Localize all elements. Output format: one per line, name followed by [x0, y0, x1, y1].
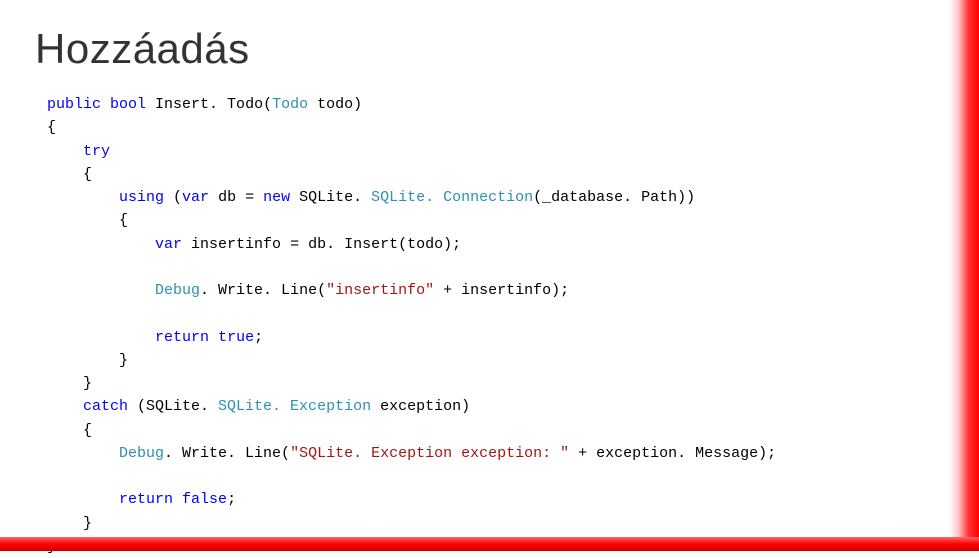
- txt: [47, 329, 155, 346]
- type-todo: Todo: [272, 96, 308, 113]
- txt: ;: [227, 491, 236, 508]
- txt: (_database. Path)): [533, 189, 695, 206]
- txt: [47, 143, 83, 160]
- txt: [47, 398, 83, 415]
- txt: {: [47, 212, 128, 229]
- code-block: public bool Insert. Todo(Todo todo) { tr…: [47, 93, 944, 558]
- txt: + exception. Message);: [569, 445, 776, 462]
- kw-using: using: [119, 189, 164, 206]
- txt: {: [47, 422, 92, 439]
- txt: }: [47, 352, 128, 369]
- str: "SQLite. Exception exception: ": [290, 445, 569, 462]
- txt: }: [47, 515, 92, 532]
- txt: [47, 491, 119, 508]
- txt: {: [47, 119, 56, 136]
- txt: [47, 236, 155, 253]
- txt: db =: [209, 189, 263, 206]
- txt: [173, 491, 182, 508]
- txt: [47, 189, 119, 206]
- kw-var: var: [182, 189, 209, 206]
- txt: insertinfo = db. Insert(todo);: [182, 236, 461, 253]
- txt: exception): [371, 398, 470, 415]
- txt: (SQLite.: [128, 398, 218, 415]
- txt: Insert. Todo(: [146, 96, 272, 113]
- txt: (: [164, 189, 182, 206]
- kw-public: public: [47, 96, 101, 113]
- str: "insertinfo": [326, 282, 434, 299]
- txt: + insertinfo);: [434, 282, 569, 299]
- slide-container: Hozzáadás public bool Insert. Todo(Todo …: [0, 0, 979, 551]
- type-ex: SQLite. Exception: [218, 398, 371, 415]
- kw-return: return: [119, 491, 173, 508]
- txt: [47, 445, 119, 462]
- txt: {: [47, 166, 92, 183]
- kw-true: true: [218, 329, 254, 346]
- type-debug: Debug: [155, 282, 200, 299]
- kw-var: var: [155, 236, 182, 253]
- kw-catch: catch: [83, 398, 128, 415]
- txt: todo): [308, 96, 362, 113]
- txt: . Write. Line(: [164, 445, 290, 462]
- txt: SQLite.: [290, 189, 371, 206]
- txt: [209, 329, 218, 346]
- txt: }: [47, 375, 92, 392]
- type-debug: Debug: [119, 445, 164, 462]
- bottom-border-decoration: [0, 537, 979, 551]
- txt: ;: [254, 329, 263, 346]
- type-conn: SQLite. Connection: [371, 189, 533, 206]
- right-border-decoration: [949, 0, 979, 551]
- page-title: Hozzáadás: [35, 25, 944, 73]
- txt: [47, 282, 155, 299]
- kw-bool: bool: [110, 96, 146, 113]
- kw-try: try: [83, 143, 110, 160]
- kw-false: false: [182, 491, 227, 508]
- kw-new: new: [263, 189, 290, 206]
- txt: . Write. Line(: [200, 282, 326, 299]
- kw-return: return: [155, 329, 209, 346]
